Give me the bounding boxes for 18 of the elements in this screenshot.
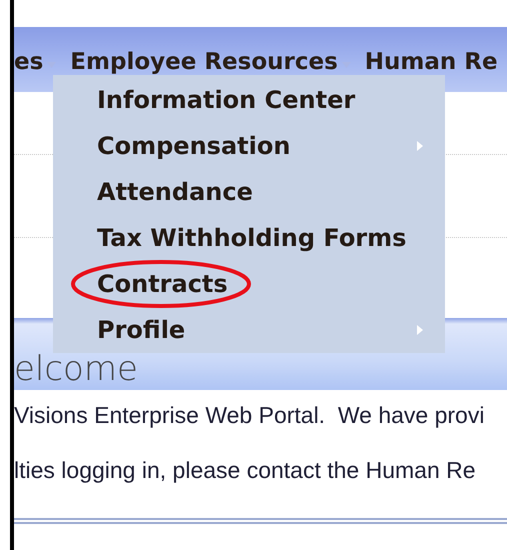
menu-item-label: Profile	[97, 316, 186, 344]
menu-item[interactable]: Contracts	[53, 261, 445, 307]
nav-menu-item[interactable]: Employee Resources	[70, 48, 351, 74]
welcome-text: Visions Enterprise Web Portal. We have provi	[14, 401, 486, 430]
welcome-title: elcome	[14, 352, 138, 386]
welcome-text: lties logging in, please contact the Human Re	[14, 456, 477, 485]
menu-item[interactable]: Attendance	[53, 169, 445, 215]
nav-menu-item[interactable]: es	[14, 48, 56, 74]
menu-item[interactable]: Compensation	[53, 123, 445, 169]
menu-item[interactable]: Profile	[53, 307, 445, 353]
menu-item-label: Attendance	[97, 178, 253, 206]
menu-item-label: Information Center	[97, 86, 356, 114]
menu-item[interactable]: Information Center	[53, 77, 445, 123]
menu-item-label: Contracts	[97, 270, 228, 298]
menu-item-label: Compensation	[97, 132, 290, 160]
menu-item[interactable]: Tax Withholding Forms	[53, 215, 445, 261]
menu-item-label: Tax Withholding Forms	[97, 224, 406, 252]
nav-menu-item[interactable]: Human Re	[364, 48, 498, 74]
